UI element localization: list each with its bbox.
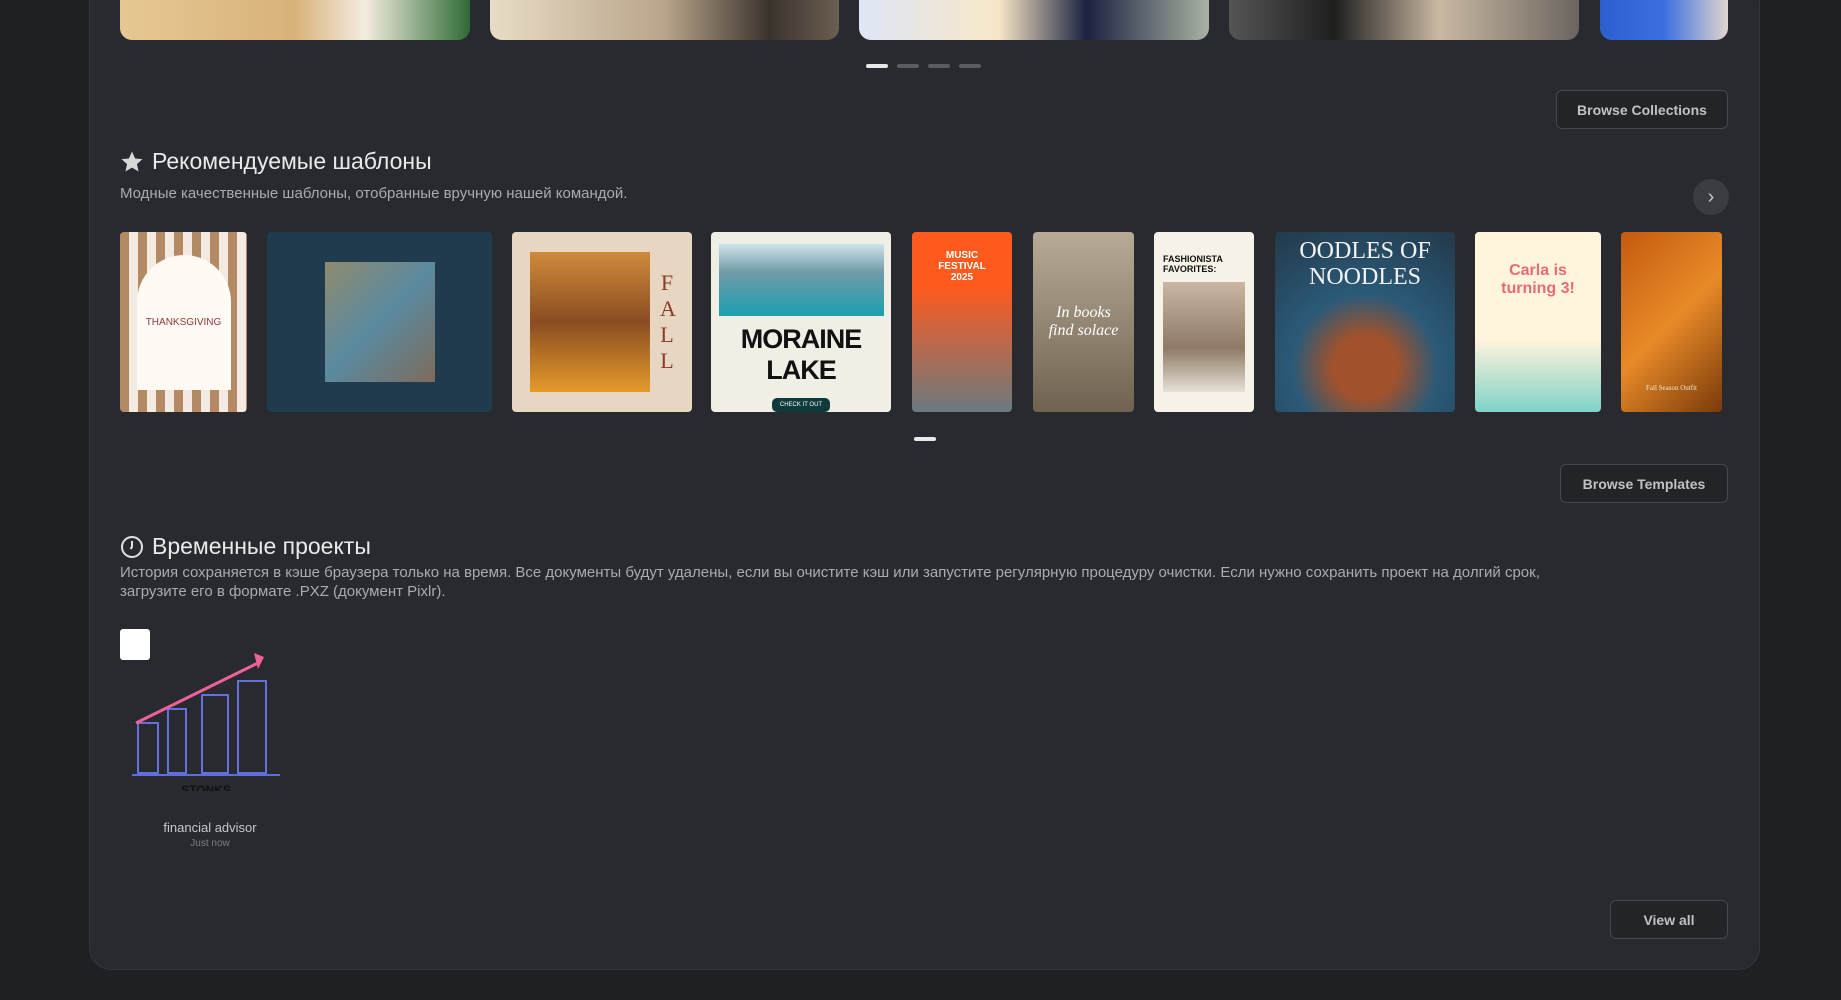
home-panel (89, 0, 1760, 970)
template-label: FALL (660, 270, 676, 373)
pagination-dot[interactable] (959, 64, 981, 68)
template-label: Carla is turning 3! (1501, 262, 1575, 297)
chevron-right-icon: › (1707, 185, 1715, 208)
template-thumbnail[interactable]: FALL (512, 232, 692, 412)
star-icon (121, 151, 143, 171)
template-label: MUSIC FESTIVAL 2025 (938, 250, 986, 283)
chart-bar (201, 694, 229, 774)
pagination-dot[interactable] (928, 64, 950, 68)
featured-subtitle: Модные качественные шаблоны, отобранные … (120, 185, 628, 202)
project-time: Just now (190, 838, 230, 849)
collection-card[interactable] (490, 0, 839, 40)
project-name: financial advisor (163, 820, 257, 835)
arrow-head-icon (254, 653, 264, 669)
template-label: FASHIONISTA FAVORITES: (1163, 254, 1223, 274)
clock-icon (121, 535, 143, 558)
featured-heading: Рекомендуемые шаблоны (120, 148, 432, 175)
collection-card[interactable] (859, 0, 1209, 40)
pagination-dot[interactable] (914, 437, 936, 441)
browse-templates-button[interactable]: Browse Templates (1560, 464, 1728, 503)
project-card[interactable]: STONKS financial advisor Just now (120, 629, 300, 854)
template-thumbnail[interactable]: OODLES OF NOODLES (1275, 232, 1455, 412)
template-label: In books find solace (1048, 304, 1119, 339)
template-thumbnail[interactable]: THANKSGIVING (120, 232, 247, 412)
featured-title: Рекомендуемые шаблоны (152, 148, 432, 174)
collection-card[interactable] (120, 0, 470, 40)
templates-pagination (914, 437, 936, 441)
arrow-line (135, 661, 259, 725)
description-line: загрузите его в формате .PXZ (документ P… (120, 583, 446, 600)
template-label: OODLES OF NOODLES (1299, 238, 1431, 290)
temporary-description: История сохраняется в кэше браузера толь… (120, 563, 1740, 601)
collection-card[interactable] (1229, 0, 1579, 40)
thumb-text: STONKS (181, 783, 231, 791)
template-label: MORAINE LAKE (740, 324, 863, 385)
template-thumbnail[interactable] (267, 232, 492, 412)
template-label: Fall Season Outfit (1646, 384, 1697, 392)
template-thumbnail[interactable]: FASHIONISTA FAVORITES: (1154, 232, 1254, 412)
view-all-button[interactable]: View all (1610, 900, 1728, 939)
chart-bar (167, 708, 187, 774)
collections-pagination (866, 64, 981, 68)
collection-card[interactable] (1600, 0, 1728, 40)
pagination-dot[interactable] (897, 64, 919, 68)
next-arrow-button[interactable]: › (1693, 179, 1729, 215)
browse-collections-button[interactable]: Browse Collections (1556, 90, 1728, 129)
template-thumbnail[interactable]: Fall Season Outfit (1621, 232, 1722, 412)
chart-bar (137, 722, 159, 774)
template-thumbnail[interactable]: Carla is turning 3! (1475, 232, 1601, 412)
template-thumbnail[interactable]: In books find solace (1033, 232, 1134, 412)
pagination-dot[interactable] (866, 64, 888, 68)
template-thumbnail[interactable]: MUSIC FESTIVAL 2025 (912, 232, 1012, 412)
description-line: История сохраняется в кэше браузера толь… (120, 564, 1540, 581)
temporary-title: Временные проекты (152, 533, 371, 559)
project-thumbnail: STONKS (132, 653, 280, 791)
template-thumbnail[interactable]: MORAINE LAKE CHECK IT OUT (711, 232, 891, 412)
template-label: THANKSGIVING (136, 254, 231, 390)
temporary-heading: Временные проекты (120, 533, 371, 560)
chart-bar (237, 680, 267, 774)
